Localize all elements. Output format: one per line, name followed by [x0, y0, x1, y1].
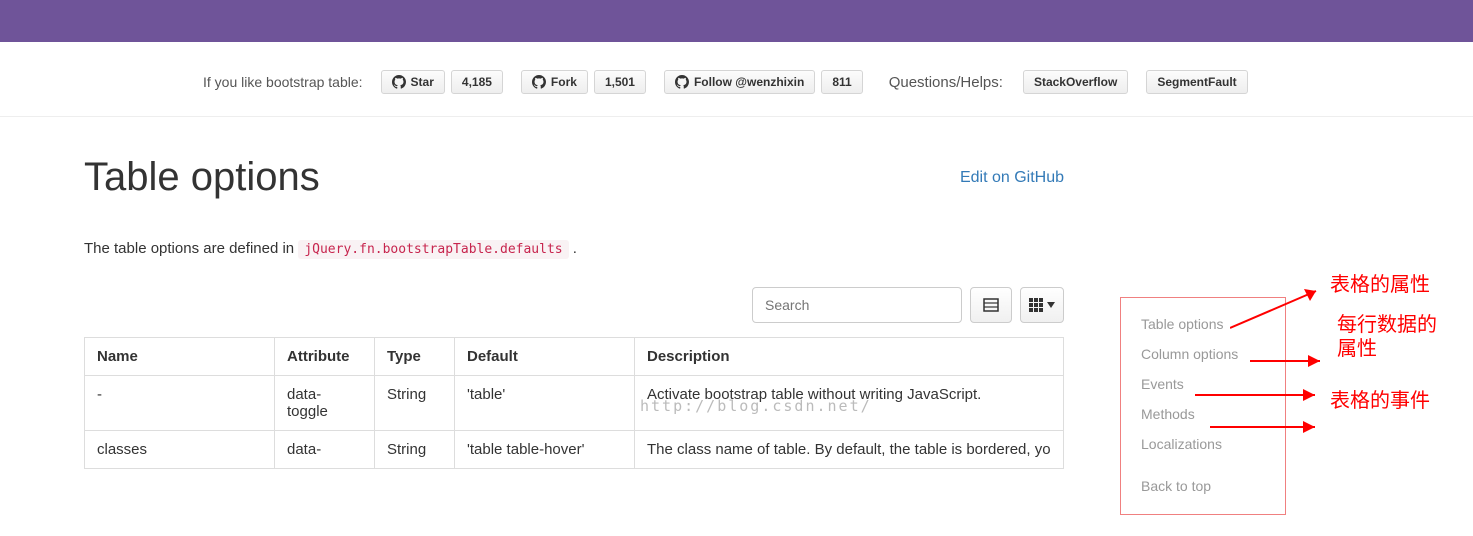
segmentfault-button[interactable]: SegmentFault — [1146, 70, 1247, 94]
fork-count[interactable]: 1,501 — [594, 70, 646, 94]
table-header-row: Name Attribute Type Default Description — [85, 338, 1064, 376]
sidenav-back-to-top[interactable]: Back to top — [1141, 478, 1271, 494]
github-icon — [532, 75, 546, 89]
github-star-button[interactable]: Star 4,185 — [381, 70, 503, 94]
grid-icon — [1029, 298, 1043, 312]
follow-label: Follow @wenzhixin — [694, 75, 804, 89]
table-toolbar — [84, 287, 1064, 323]
annotation-line1: 每行数据的 — [1337, 314, 1437, 336]
table-row: - data-toggle String 'table' Activate bo… — [85, 376, 1064, 431]
toggle-view-button[interactable] — [970, 287, 1012, 323]
star-label: Star — [411, 75, 434, 89]
main-content: Table options Edit on GitHub The table o… — [84, 117, 1064, 469]
intro-code: jQuery.fn.bootstrapTable.defaults — [298, 240, 568, 259]
fork-label: Fork — [551, 75, 577, 89]
annotation-line2: 属性 — [1337, 338, 1377, 360]
columns-dropdown-button[interactable] — [1020, 287, 1064, 323]
like-bar: If you like bootstrap table: Star 4,185 … — [0, 42, 1473, 117]
annotation-column-options: 每行数据的 属性 — [1337, 313, 1437, 361]
cell-description: The class name of table. By default, the… — [635, 431, 1064, 469]
sidenav-item-table-options[interactable]: Table options — [1141, 316, 1271, 332]
cell-attribute: data-toggle — [275, 376, 375, 431]
th-description[interactable]: Description — [635, 338, 1064, 376]
sidenav-item-methods[interactable]: Methods — [1141, 406, 1271, 422]
sidenav-item-column-options[interactable]: Column options — [1141, 346, 1271, 362]
cell-name: - — [85, 376, 275, 431]
annotation-events: 表格的事件 — [1330, 389, 1430, 413]
star-count[interactable]: 4,185 — [451, 70, 503, 94]
stackoverflow-button[interactable]: StackOverflow — [1023, 70, 1128, 94]
th-default[interactable]: Default — [455, 338, 635, 376]
intro-prefix: The table options are defined in — [84, 240, 298, 257]
intro-text: The table options are defined in jQuery.… — [84, 240, 1064, 257]
cell-type: String — [375, 431, 455, 469]
github-icon — [392, 75, 406, 89]
annotation-table-options: 表格的属性 — [1330, 273, 1430, 297]
sidenav-item-events[interactable]: Events — [1141, 376, 1271, 392]
like-prefix: If you like bootstrap table: — [203, 74, 363, 90]
th-attribute[interactable]: Attribute — [275, 338, 375, 376]
cell-default: 'table table-hover' — [455, 431, 635, 469]
cell-attribute: data- — [275, 431, 375, 469]
caret-down-icon — [1047, 302, 1055, 308]
intro-suffix: . — [573, 240, 577, 257]
table-row: classes data- String 'table table-hover'… — [85, 431, 1064, 469]
cell-name: classes — [85, 431, 275, 469]
sidenav-item-localizations[interactable]: Localizations — [1141, 436, 1271, 452]
side-nav: Table options Column options Events Meth… — [1120, 297, 1286, 515]
follow-count[interactable]: 811 — [821, 70, 862, 94]
github-icon — [675, 75, 689, 89]
th-name[interactable]: Name — [85, 338, 275, 376]
page-title: Table options — [84, 155, 320, 200]
questions-label: Questions/Helps: — [889, 74, 1003, 91]
cell-type: String — [375, 376, 455, 431]
edit-on-github-link[interactable]: Edit on GitHub — [960, 169, 1064, 187]
list-icon — [983, 298, 999, 312]
github-follow-button[interactable]: Follow @wenzhixin 811 — [664, 70, 863, 94]
th-type[interactable]: Type — [375, 338, 455, 376]
search-input[interactable] — [752, 287, 962, 323]
github-fork-button[interactable]: Fork 1,501 — [521, 70, 646, 94]
options-table: Name Attribute Type Default Description … — [84, 337, 1064, 469]
cell-default: 'table' — [455, 376, 635, 431]
cell-description: Activate bootstrap table without writing… — [635, 376, 1064, 431]
header-bar — [0, 0, 1473, 42]
